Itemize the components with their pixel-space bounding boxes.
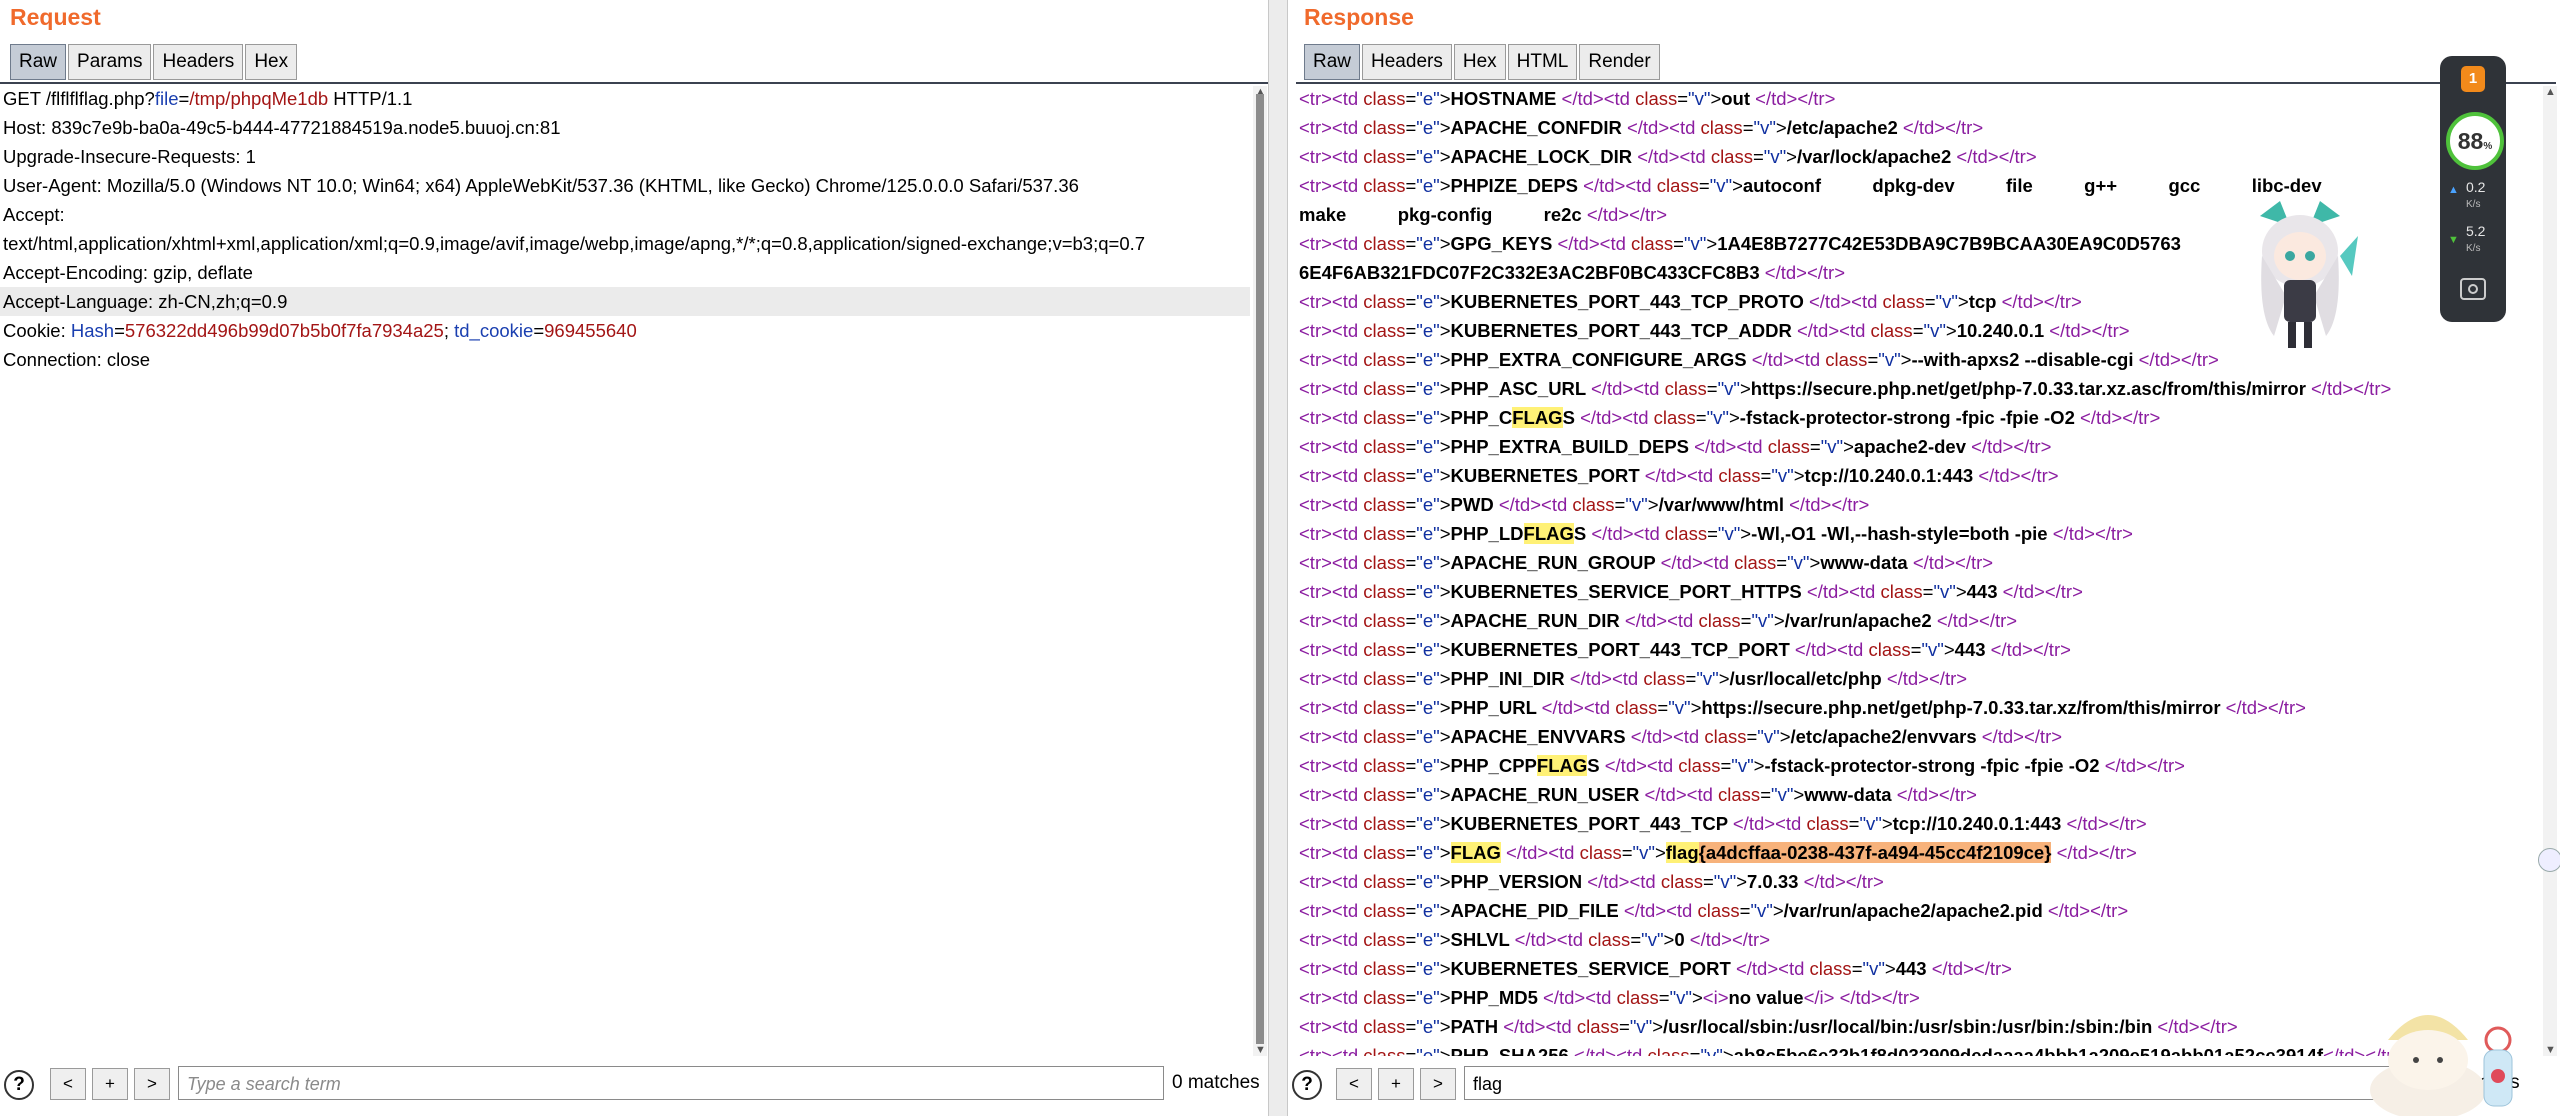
response-tab-headers[interactable]: Headers [1362, 44, 1452, 80]
request-line: Accept-Encoding: gzip, deflate [3, 262, 253, 283]
cartoon-mascot-image [2370, 1015, 2513, 1116]
response-tab-raw[interactable]: Raw [1304, 44, 1361, 80]
response-line: <tr><td class="e">PATH </td><td class="v… [1299, 1016, 2238, 1037]
search-next-button[interactable]: > [1420, 1068, 1456, 1100]
response-line: <tr><td class="e">PHP_EXTRA_BUILD_DEPS <… [1299, 436, 2052, 457]
response-line: <tr><td class="e">APACHE_CONFDIR </td><t… [1299, 117, 1984, 138]
response-line: <tr><td class="e">PHP_ASC_URL </td><td c… [1299, 378, 2392, 399]
upload-speed: 0.2 K/s [2466, 179, 2486, 211]
download-arrow-icon: ▼ [2448, 234, 2459, 246]
request-tabs: Raw Params Headers Hex [10, 44, 299, 80]
request-scrollbar[interactable]: ▲ ▼ [1253, 86, 1267, 1056]
response-title: Response [1304, 4, 1414, 30]
request-line: Cookie: Hash=576322dd496b99d07b5b0f7fa79… [3, 320, 637, 341]
response-line: <tr><td class="e">APACHE_ENVVARS </td><t… [1299, 726, 2063, 747]
request-scroll-thumb[interactable] [1256, 94, 1264, 1044]
response-line: <tr><td class="e">APACHE_RUN_DIR </td><t… [1299, 610, 2018, 631]
response-tab-hex[interactable]: Hex [1453, 44, 1506, 80]
request-tab-headers[interactable]: Headers [153, 44, 244, 80]
camera-icon[interactable] [2460, 278, 2486, 300]
side-collapse-handle[interactable] [2538, 848, 2560, 872]
response-line: <tr><td class="e">APACHE_LOCK_DIR </td><… [1299, 146, 2037, 167]
response-line: <tr><td class="e">KUBERNETES_SERVICE_POR… [1299, 581, 2083, 602]
response-line: <tr><td class="e">KUBERNETES_PORT_443_TC… [1299, 813, 2147, 834]
response-tab-render[interactable]: Render [1579, 44, 1660, 80]
request-match-count: 0 matches [1172, 1072, 1260, 1093]
cpu-percent-sign: % [2483, 141, 2493, 152]
request-tab-params[interactable]: Params [68, 44, 152, 80]
response-line: <tr><td class="e">PHP_SHA256 </td><td cl… [1299, 1045, 2404, 1056]
response-line: <tr><td class="e">PHP_CPPFLAGS </td><td … [1299, 755, 2185, 776]
search-prev-button[interactable]: < [50, 1068, 86, 1100]
response-search-input[interactable]: flag [1464, 1066, 2424, 1100]
request-line: Upgrade-Insecure-Requests: 1 [3, 146, 256, 167]
response-line: <tr><td class="e">KUBERNETES_PORT </td><… [1299, 465, 2059, 486]
request-line: Connection: close [3, 349, 151, 370]
request-editor[interactable]: GET /flflflflag.php?file=/tmp/phpqMe1db … [0, 84, 1250, 1056]
anime-mascot-image [2260, 201, 2358, 348]
search-placeholder: Type a search term [187, 1074, 341, 1094]
request-line: Accept-Language: zh-CN,zh;q=0.9 [0, 287, 1250, 316]
request-line: User-Agent: Mozilla/5.0 (Windows NT 10.0… [3, 175, 1079, 196]
search-add-button[interactable]: + [1378, 1068, 1414, 1100]
response-tab-html[interactable]: HTML [1507, 44, 1578, 80]
request-tab-raw[interactable]: Raw [10, 44, 67, 80]
response-line: <tr><td class="e">PHP_URL </td><td class… [1299, 697, 2306, 718]
shield-badge-icon[interactable]: 1 [2461, 66, 2485, 92]
response-line: <tr><td class="e">PHP_VERSION </td><td c… [1299, 871, 1884, 892]
response-line: <tr><td class="e">SHLVL </td><td class="… [1299, 929, 1771, 950]
cpu-gauge: 88% [2446, 112, 2504, 170]
request-line: GET /flflflflag.php?file=/tmp/phpqMe1db … [3, 88, 413, 109]
response-line: <tr><td class="e">PHP_CFLAGS </td><td cl… [1299, 407, 2161, 428]
response-line: <tr><td class="e">APACHE_RUN_GROUP </td>… [1299, 552, 1994, 573]
response-line: <tr><td class="e">APACHE_RUN_USER </td><… [1299, 784, 1977, 805]
request-search-input[interactable]: Type a search term [178, 1066, 1164, 1100]
response-line: <tr><td class="e">PWD </td><td class="v"… [1299, 494, 1870, 515]
scroll-up-icon[interactable]: ▲ [2545, 86, 2556, 98]
response-scrollbar[interactable]: ▲ ▼ [2543, 86, 2557, 1056]
response-line: <tr><td class="e">KUBERNETES_PORT_443_TC… [1299, 639, 2071, 660]
system-monitor-widget[interactable]: 1 88% ▲ 0.2 K/s ▼ 5.2 K/s [2440, 56, 2506, 322]
request-title: Request [10, 4, 101, 30]
response-line: <tr><td class="e">PHP_MD5 </td><td class… [1299, 987, 1920, 1008]
search-add-button[interactable]: + [92, 1068, 128, 1100]
request-line: Host: 839c7e9b-ba0a-49c5-b444-4772188451… [3, 117, 561, 138]
response-pane: Response Raw Headers Hex HTML Render <tr… [1288, 0, 2560, 1116]
upload-arrow-icon: ▲ [2448, 184, 2459, 196]
request-search-bar: ? < + > Type a search term 0 matches [0, 1062, 1268, 1106]
help-icon[interactable]: ? [1292, 1070, 1322, 1100]
response-line: <tr><td class="e">FLAG </td><td class="v… [1299, 842, 2137, 863]
scroll-down-icon[interactable]: ▼ [2545, 1044, 2556, 1056]
response-line: <tr><td class="e">KUBERNETES_SERVICE_POR… [1299, 958, 2012, 979]
response-line: <tr><td class="e">PHP_INI_DIR </td><td c… [1299, 668, 1968, 689]
search-prev-button[interactable]: < [1336, 1068, 1372, 1100]
pane-splitter[interactable] [1268, 0, 1288, 1116]
cpu-percent: 88 [2457, 128, 2484, 154]
response-line: <tr><td class="e">PHP_LDFLAGS </td><td c… [1299, 523, 2133, 544]
response-line: <tr><td class="e">HOSTNAME </td><td clas… [1299, 88, 1836, 109]
response-line: <tr><td class="e">APACHE_PID_FILE </td><… [1299, 900, 2129, 921]
response-tabs: Raw Headers Hex HTML Render [1304, 44, 1662, 80]
request-tab-hex[interactable]: Hex [245, 44, 298, 80]
search-next-button[interactable]: > [134, 1068, 170, 1100]
help-icon[interactable]: ? [4, 1070, 34, 1100]
request-pane: Request Raw Params Headers Hex GET /flfl… [0, 0, 1268, 1116]
request-line: Accept: [3, 204, 65, 225]
download-speed: 5.2 K/s [2466, 223, 2486, 255]
request-line: text/html,application/xhtml+xml,applicat… [3, 233, 1146, 254]
scroll-down-icon[interactable]: ▼ [1255, 1044, 1266, 1056]
